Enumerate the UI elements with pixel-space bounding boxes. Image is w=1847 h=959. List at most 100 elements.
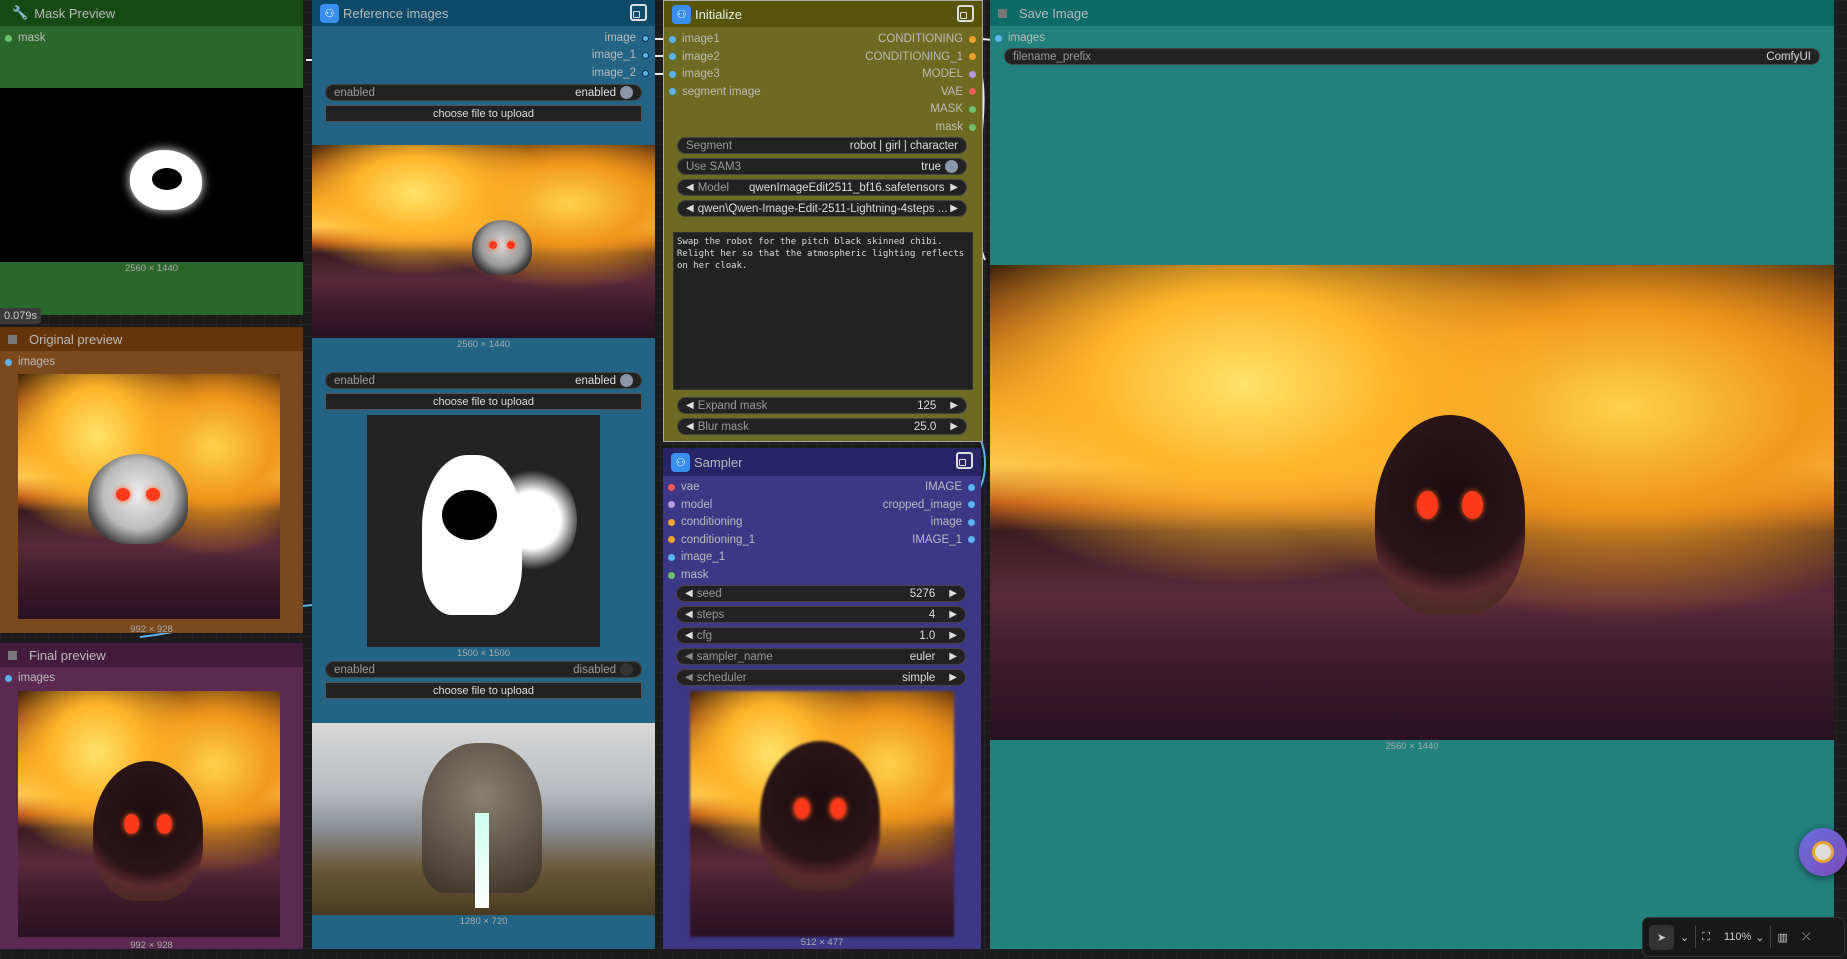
- arrow-left-icon[interactable]: ◀: [686, 400, 694, 411]
- expand-icon[interactable]: [957, 5, 974, 22]
- node-header[interactable]: Original preview: [0, 327, 303, 351]
- collapse-icon[interactable]: [998, 8, 1007, 18]
- expand-mask-number[interactable]: ◀ Expand mask 125 ▶: [677, 397, 967, 414]
- sampler-node[interactable]: ⚇ Sampler vae model conditioning conditionin…: [663, 448, 981, 949]
- sampler-name-widget[interactable]: ◀ sampler_name euler ▶: [676, 648, 966, 665]
- input-images[interactable]: images: [5, 356, 55, 368]
- input-mask[interactable]: mask: [668, 569, 708, 581]
- filename-prefix-field[interactable]: filename_prefix ComfyUI: [1004, 48, 1820, 65]
- image-size-caption: 992 × 928: [130, 624, 173, 633]
- execution-time-badge: 0.079s: [0, 308, 42, 324]
- collapse-icon[interactable]: [8, 650, 17, 660]
- expand-icon[interactable]: [956, 452, 973, 469]
- arrow-right-icon[interactable]: ▶: [950, 203, 958, 214]
- input-image-1[interactable]: image_1: [668, 551, 725, 563]
- arrow-left-icon[interactable]: ◀: [685, 651, 693, 662]
- output-image[interactable]: image: [605, 32, 649, 44]
- enabled-toggle-2[interactable]: enabled enabled: [325, 372, 642, 389]
- output-image-2[interactable]: image_2: [592, 67, 649, 79]
- slot-dot-icon: [969, 88, 976, 96]
- input-image1[interactable]: image1: [669, 33, 720, 45]
- arrow-right-icon[interactable]: ▶: [949, 651, 957, 662]
- use-sam3-toggle[interactable]: Use SAM3 true: [677, 158, 967, 175]
- arrow-right-icon[interactable]: ▶: [950, 421, 958, 432]
- cfg-widget[interactable]: ◀ cfg 1.0 ▶: [676, 627, 966, 644]
- collapse-icon[interactable]: [8, 334, 17, 344]
- arrow-right-icon[interactable]: ▶: [950, 400, 958, 411]
- output-mask[interactable]: MASK: [930, 103, 976, 115]
- model-combo[interactable]: ◀ Model qwenImageEdit2511_bf16.safetensors…: [677, 179, 967, 196]
- input-segment-image[interactable]: segment image: [669, 86, 761, 98]
- arrow-left-icon[interactable]: ◀: [686, 421, 694, 432]
- arrow-left-icon[interactable]: ◀: [685, 630, 693, 641]
- seed-widget[interactable]: ◀ seed 5276 ▶: [676, 585, 966, 602]
- steps-widget[interactable]: ◀ steps 4 ▶: [676, 606, 966, 623]
- output-image[interactable]: image: [931, 516, 975, 528]
- input-vae[interactable]: vae: [668, 481, 700, 493]
- output-image-1[interactable]: IMAGE_1: [912, 534, 975, 546]
- arrow-right-icon[interactable]: ▶: [950, 182, 958, 193]
- lora-combo[interactable]: ◀ qwen\Qwen-Image-Edit-2511-Lightning-4st…: [677, 200, 967, 217]
- output-image-1[interactable]: image_1: [592, 49, 649, 61]
- arrow-left-icon[interactable]: ◀: [685, 672, 693, 683]
- zoom-level-dropdown[interactable]: 110% ⌄: [1724, 931, 1765, 944]
- widget-value: qwen\Qwen-Image-Edit-2511-Lightning-4ste…: [697, 202, 948, 215]
- node-header[interactable]: ⚇ Sampler: [663, 448, 981, 476]
- upload-button-2[interactable]: choose file to upload: [325, 393, 642, 410]
- input-image3[interactable]: image3: [669, 68, 720, 80]
- arrow-right-icon[interactable]: ▶: [949, 630, 957, 641]
- slot-dot-icon: [995, 34, 1002, 42]
- arrow-left-icon[interactable]: ◀: [685, 609, 693, 620]
- arrow-right-icon[interactable]: ▶: [949, 672, 957, 683]
- help-button[interactable]: [1799, 828, 1847, 876]
- enabled-toggle-3[interactable]: enabled disabled: [325, 661, 642, 678]
- final-preview-node[interactable]: Final preview images 992 × 928: [0, 643, 303, 949]
- input-model[interactable]: model: [668, 499, 712, 511]
- output-vae[interactable]: VAE: [941, 86, 976, 98]
- node-header[interactable]: Final preview: [0, 643, 303, 667]
- upload-button-1[interactable]: choose file to upload: [325, 105, 642, 122]
- arrow-right-icon[interactable]: ▶: [949, 588, 957, 599]
- enabled-toggle-1[interactable]: enabled enabled: [325, 84, 642, 101]
- slot-dot-icon: [668, 518, 675, 526]
- segment-field[interactable]: Segment robot | girl | character: [677, 137, 967, 154]
- input-images[interactable]: images: [5, 672, 55, 684]
- prompt-textarea[interactable]: Swap the robot for the pitch black skinn…: [673, 232, 973, 390]
- blur-mask-number[interactable]: ◀ Blur mask 25.0 ▶: [677, 418, 967, 435]
- arrow-right-icon[interactable]: ▶: [949, 609, 957, 620]
- fit-view-button[interactable]: ⛶: [1702, 931, 1710, 944]
- arrow-left-icon[interactable]: ◀: [686, 203, 694, 214]
- input-conditioning-1[interactable]: conditioning_1: [668, 534, 755, 546]
- scheduler-widget[interactable]: ◀ scheduler simple ▶: [676, 669, 966, 686]
- toggle-links-button[interactable]: ⤫: [1802, 931, 1811, 944]
- arrow-left-icon[interactable]: ◀: [686, 182, 694, 193]
- node-header[interactable]: 🔧 Mask Preview: [0, 0, 303, 26]
- mask-preview-node[interactable]: 🔧 Mask Preview mask 2560 × 1440: [0, 0, 303, 315]
- initialize-node[interactable]: ⚇ Initialize image1 image2 image3 segment im…: [663, 0, 983, 442]
- expand-icon[interactable]: [630, 4, 647, 21]
- reference-images-node[interactable]: ⚇ Reference images image image_1 image_2 …: [312, 0, 655, 949]
- input-conditioning[interactable]: conditioning: [668, 516, 742, 528]
- select-tool-button[interactable]: ➤: [1649, 924, 1674, 950]
- upload-button-3[interactable]: choose file to upload: [325, 682, 642, 699]
- output-conditioning-1[interactable]: CONDITIONING_1: [865, 51, 976, 63]
- output-conditioning[interactable]: CONDITIONING: [878, 33, 976, 45]
- arrow-left-icon[interactable]: ◀: [685, 588, 693, 599]
- output-mask[interactable]: mask: [936, 121, 976, 133]
- input-image2[interactable]: image2: [669, 51, 720, 63]
- slot-label: image1: [682, 33, 720, 45]
- original-preview-node[interactable]: Original preview images 992 × 928: [0, 327, 303, 633]
- input-mask[interactable]: mask: [5, 32, 45, 44]
- node-header[interactable]: ⚇ Initialize: [664, 1, 982, 27]
- node-header[interactable]: Save Image: [990, 0, 1834, 26]
- slot-dot-icon: [668, 501, 675, 509]
- chevron-down-icon[interactable]: ⌄: [1680, 931, 1689, 944]
- widget-value: simple: [902, 671, 936, 684]
- output-model[interactable]: MODEL: [922, 68, 976, 80]
- input-images[interactable]: images: [995, 32, 1045, 44]
- minimap-button[interactable]: ▥: [1777, 931, 1787, 944]
- save-image-node[interactable]: Save Image images filename_prefix ComfyUI…: [990, 0, 1834, 949]
- node-header[interactable]: ⚇ Reference images: [312, 0, 655, 26]
- output-image[interactable]: IMAGE: [925, 481, 975, 493]
- output-cropped-image[interactable]: cropped_image: [883, 499, 975, 511]
